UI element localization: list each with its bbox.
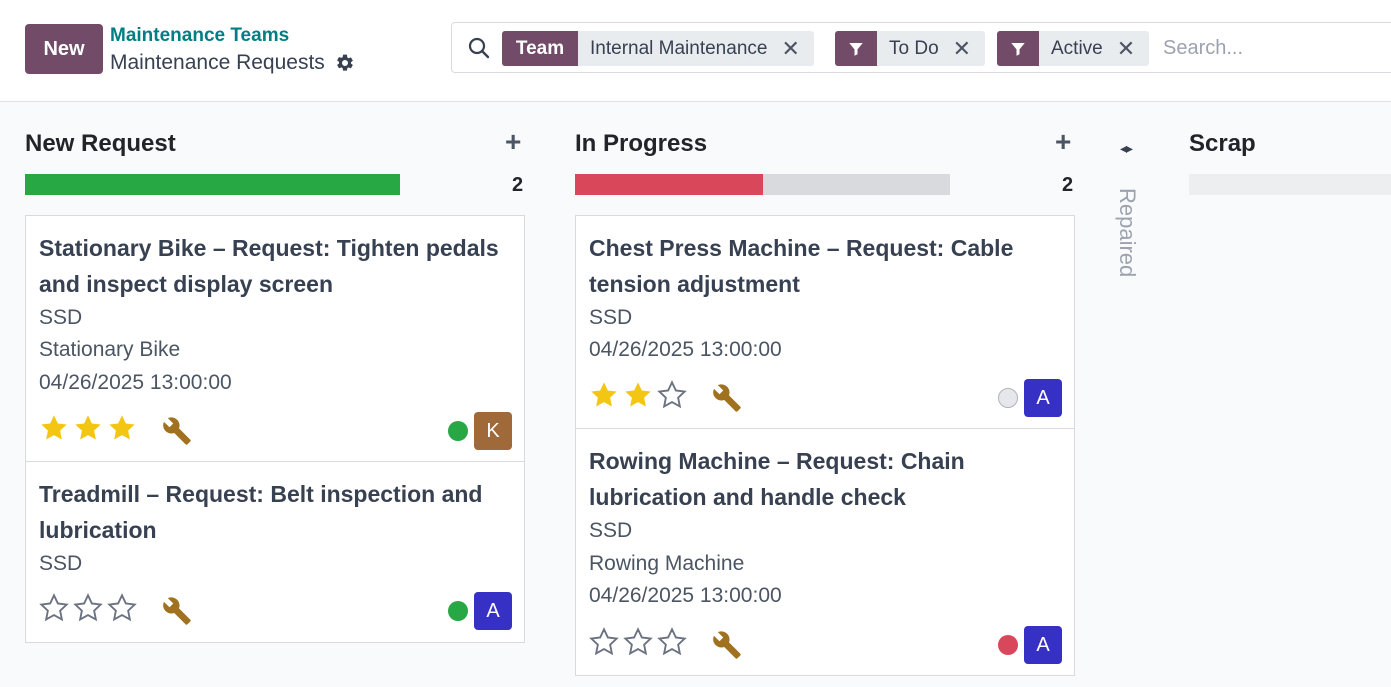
wrench-icon <box>163 417 191 445</box>
star-filled-icon[interactable] <box>588 379 620 411</box>
column-count: 2 <box>512 174 524 196</box>
column-count: 2 <box>1062 174 1074 196</box>
facet-todo-remove-icon[interactable]: ✕ <box>953 37 971 60</box>
card-team: SSD <box>39 306 83 329</box>
facet-todo-value-wrap: To Do ✕ <box>877 31 985 66</box>
column-progress-bar[interactable] <box>575 174 950 195</box>
facet-team-value-wrap: Internal Maintenance ✕ <box>578 31 814 66</box>
card-title: Rowing Machine – Request: Chain lubricat… <box>589 448 965 510</box>
star-filled-icon[interactable] <box>38 412 70 444</box>
star-empty-icon[interactable] <box>106 592 138 624</box>
facet-todo-value: To Do <box>889 37 939 59</box>
card-team: SSD <box>589 519 633 542</box>
kanban-card[interactable]: Stationary Bike – Request: Tighten pedal… <box>25 215 525 462</box>
status-dot-red[interactable] <box>998 635 1018 655</box>
card-title: Chest Press Machine – Request: Cable ten… <box>589 235 1014 297</box>
priority-stars <box>38 412 138 444</box>
facet-active-value-wrap: Active ✕ <box>1039 31 1149 66</box>
star-empty-icon[interactable] <box>656 379 688 411</box>
search-bar: Team Internal Maintenance ✕ To Do ✕ Acti… <box>451 22 1391 73</box>
status-dot-grey[interactable] <box>998 388 1018 408</box>
breadcrumb-maintenance-teams[interactable]: Maintenance Teams <box>110 25 289 47</box>
card-title: Stationary Bike – Request: Tighten pedal… <box>39 235 499 297</box>
star-empty-icon[interactable] <box>72 592 104 624</box>
priority-stars <box>38 592 138 624</box>
status-dot-green[interactable] <box>448 421 468 441</box>
control-panel: New Maintenance Teams Maintenance Reques… <box>0 0 1391 102</box>
quick-create-plus-icon[interactable]: + <box>505 128 521 156</box>
gear-icon[interactable] <box>335 53 355 73</box>
star-empty-icon[interactable] <box>622 626 654 658</box>
filter-icon <box>997 31 1039 66</box>
priority-stars <box>588 626 688 658</box>
facet-todo: To Do ✕ <box>835 31 986 66</box>
progress-fill-red[interactable] <box>575 174 763 195</box>
avatar[interactable]: A <box>474 592 512 630</box>
column-title: Scrap <box>1189 130 1256 157</box>
column-title: New Request <box>25 130 176 157</box>
avatar[interactable]: A <box>1024 379 1062 417</box>
priority-stars <box>588 379 688 411</box>
column-title: In Progress <box>575 130 708 157</box>
wrench-icon <box>713 631 741 659</box>
card-equipment: Stationary Bike <box>39 338 181 361</box>
progress-fill-green[interactable] <box>25 174 400 195</box>
facet-team-remove-icon[interactable]: ✕ <box>781 37 799 60</box>
star-filled-icon[interactable] <box>72 412 104 444</box>
filter-icon <box>835 31 877 66</box>
kanban-card[interactable]: Treadmill – Request: Belt inspection and… <box>25 461 525 643</box>
avatar[interactable]: K <box>474 412 512 450</box>
star-empty-icon[interactable] <box>588 626 620 658</box>
facet-active: Active ✕ <box>997 31 1150 66</box>
avatar[interactable]: A <box>1024 626 1062 664</box>
card-team: SSD <box>39 552 83 575</box>
new-button[interactable]: New <box>25 24 103 74</box>
column-title: Repaired <box>1115 188 1140 278</box>
card-date: 04/26/2025 13:00:00 <box>39 371 232 394</box>
column-progress-bar[interactable] <box>1189 174 1391 195</box>
facet-team-label: Team <box>502 31 578 66</box>
facet-team: Team Internal Maintenance ✕ <box>502 31 814 66</box>
unfold-arrows-icon[interactable]: ◂▸ <box>1120 140 1133 157</box>
kanban-card[interactable]: Rowing Machine – Request: Chain lubricat… <box>575 428 1075 676</box>
wrench-icon <box>713 384 741 412</box>
page-title: Maintenance Requests <box>110 51 355 75</box>
column-progress-bar[interactable] <box>25 174 400 195</box>
kanban-card[interactable]: Chest Press Machine – Request: Cable ten… <box>575 215 1075 429</box>
card-title: Treadmill – Request: Belt inspection and… <box>39 481 483 543</box>
star-empty-icon[interactable] <box>38 592 70 624</box>
status-dot-green[interactable] <box>448 601 468 621</box>
page-title-text: Maintenance Requests <box>110 51 325 74</box>
search-icon[interactable] <box>467 36 491 60</box>
facet-active-value: Active <box>1051 37 1103 59</box>
facet-active-remove-icon[interactable]: ✕ <box>1117 37 1135 60</box>
star-filled-icon[interactable] <box>106 412 138 444</box>
card-date: 04/26/2025 13:00:00 <box>589 338 782 361</box>
card-team: SSD <box>589 306 633 329</box>
facet-team-value: Internal Maintenance <box>590 37 768 59</box>
kanban-column-repaired-folded[interactable]: ◂▸ Repaired <box>1112 102 1152 687</box>
search-input[interactable] <box>1163 33 1391 64</box>
quick-create-plus-icon[interactable]: + <box>1055 128 1071 156</box>
star-empty-icon[interactable] <box>656 626 688 658</box>
star-filled-icon[interactable] <box>622 379 654 411</box>
wrench-icon <box>163 597 191 625</box>
card-equipment: Rowing Machine <box>589 552 745 575</box>
card-date: 04/26/2025 13:00:00 <box>589 584 782 607</box>
